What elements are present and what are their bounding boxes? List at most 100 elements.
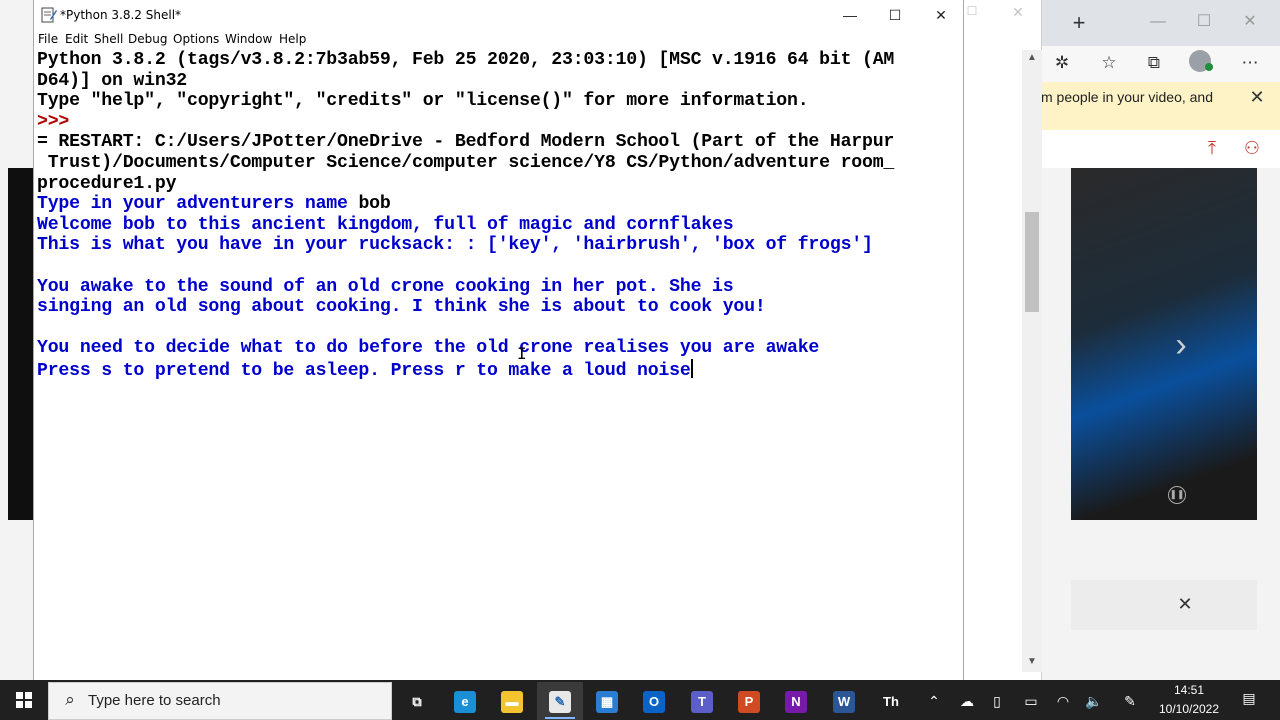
upload-icon[interactable]: ⤒ — [1200, 136, 1224, 160]
shell-line: = RESTART: C:/Users/JPotter/OneDrive - B… — [37, 132, 894, 153]
shell-line: You need to decide what to do before the… — [37, 338, 819, 359]
menu-debug[interactable]: Debug — [128, 32, 167, 46]
profile-avatar[interactable] — [1189, 50, 1213, 72]
shell-text: bob — [358, 194, 391, 215]
scroll-up-icon[interactable]: ▲ — [1026, 52, 1038, 66]
shell-line: singing an old song about cooking. I thi… — [37, 297, 766, 318]
teams-icon: T — [691, 691, 713, 714]
user-icon[interactable]: ⚇ — [1240, 136, 1264, 160]
shell-line: procedure1.py — [37, 174, 176, 195]
minimize-icon[interactable]: — — [827, 0, 873, 30]
vertical-scrollbar[interactable] — [1022, 50, 1042, 672]
shell-text: Python 3.8.2 (tags/v3.8.2:7b3ab59, Feb 2… — [37, 50, 895, 70]
shell-text-area[interactable]: Python 3.8.2 (tags/v3.8.2:7b3ab59, Feb 2… — [34, 50, 947, 680]
search-icon: ⌕ — [65, 690, 75, 709]
shell-line: Python 3.8.2 (tags/v3.8.2:7b3ab59, Feb 2… — [37, 50, 894, 71]
taskbar-app-file-explorer[interactable]: ▬ — [489, 682, 535, 720]
taskbar-app-outlook[interactable]: O — [631, 682, 677, 720]
edge-icon: e — [454, 691, 476, 714]
scroll-down-icon[interactable]: ▼ — [1026, 656, 1038, 670]
taskbar-app-word[interactable]: W — [821, 682, 867, 720]
window-title: *Python 3.8.2 Shell* — [60, 8, 182, 22]
taskbar-app-store[interactable]: ▦ — [584, 682, 630, 720]
more-options-icon[interactable]: ⋯ — [1236, 50, 1264, 76]
browser-close-icon[interactable]: ✕ — [1235, 8, 1265, 36]
clock-time[interactable]: 14:51 — [1164, 683, 1214, 697]
tray-overflow-icon[interactable]: ⌃ — [923, 690, 945, 712]
shell-output-text: Press s to pretend to be asleep. Press r… — [37, 361, 691, 381]
onenote-icon: N — [785, 691, 807, 714]
menu-file[interactable]: File — [38, 32, 58, 46]
menu-window[interactable]: Window — [225, 32, 272, 46]
shell-line: Welcome bob to this ancient kingdom, ful… — [37, 214, 734, 236]
idle-icon: ✎ — [549, 691, 571, 714]
taskbar-app-task-view[interactable]: ⧉ — [394, 682, 440, 720]
new-tab-icon[interactable]: + — [1066, 10, 1092, 36]
menu-edit[interactable]: Edit — [65, 32, 88, 46]
shell-text: = RESTART: C:/Users/JPotter/OneDrive - B… — [37, 132, 895, 153]
text-cursor-ibeam-icon: I — [517, 344, 527, 363]
scrollbar-thumb[interactable] — [1025, 212, 1039, 312]
video-preview[interactable] — [1071, 168, 1257, 520]
shell-output-text: Welcome bob to this ancient kingdom, ful… — [37, 214, 734, 235]
shell-text: D64)] on win32 — [37, 70, 187, 91]
notice-close-icon[interactable]: ✕ — [1246, 86, 1268, 108]
notice-text: m people in your video, and — [1041, 89, 1213, 105]
search-placeholder: Type here to search — [88, 692, 221, 709]
shell-prompt: >>> — [37, 111, 80, 132]
shell-text: Type "help", "copyright", "credits" or "… — [37, 91, 809, 112]
taskbar-app-powerpoint[interactable]: P — [726, 682, 772, 720]
file-explorer-icon: ▬ — [501, 691, 523, 714]
taskbar-app-edge[interactable]: e — [442, 682, 488, 720]
left-video-edge — [8, 168, 33, 520]
menu-help[interactable]: Help — [279, 32, 306, 46]
volume-icon[interactable]: 🔈 — [1083, 690, 1105, 712]
browser-minimize-icon[interactable]: — — [1143, 8, 1173, 36]
idle-app-icon — [41, 7, 57, 23]
idle-shell-window: *Python 3.8.2 Shell* — ☐ ✕ File Edit She… — [33, 0, 964, 680]
usb-icon[interactable]: ▯ — [986, 690, 1008, 712]
next-chevron-icon[interactable]: › — [1168, 325, 1194, 365]
shell-output-text: You awake to the sound of an old crone c… — [37, 276, 734, 297]
extensions-icon[interactable]: ✲ — [1048, 50, 1076, 76]
battery-icon[interactable]: ▭ — [1020, 690, 1042, 712]
shell-text: Trust)/Documents/Computer Science/comput… — [37, 153, 895, 173]
shell-output-text: This is what you have in your rucksack: … — [37, 235, 873, 256]
outlook-icon: O — [643, 691, 665, 714]
store-icon: ▦ — [596, 691, 618, 714]
pen-icon[interactable]: ✎ — [1119, 690, 1141, 712]
wifi-icon[interactable]: ◠ — [1052, 690, 1074, 712]
page-right-edge — [1257, 168, 1280, 680]
shell-line: Type in your adventurers name bob — [37, 194, 391, 215]
shell-line: D64)] on win32 — [37, 71, 187, 92]
collections-icon[interactable]: ⧉ — [1140, 50, 1168, 76]
shell-line: Type "help", "copyright", "credits" or "… — [37, 91, 809, 112]
favorites-icon[interactable]: ☆ — [1095, 50, 1123, 76]
panel-close-icon[interactable]: ✕ — [1174, 593, 1196, 615]
taskbar-app-immersive-reader[interactable]: Th — [868, 682, 914, 720]
shell-output-text: You need to decide what to do before the… — [37, 338, 820, 359]
immersive-reader-icon: Th — [880, 691, 902, 714]
side-panel-card — [1071, 580, 1257, 630]
shell-text: procedure1.py — [37, 173, 177, 194]
clock-date[interactable]: 10/10/2022 — [1154, 702, 1224, 716]
text-caret — [690, 359, 693, 378]
background-maximize-icon: ☐ — [966, 4, 978, 18]
menu-options[interactable]: Options — [173, 32, 219, 46]
windows-logo-icon — [16, 692, 32, 708]
shell-line: Trust)/Documents/Computer Science/comput… — [37, 153, 895, 174]
taskbar-app-idle[interactable]: ✎ — [537, 682, 583, 720]
word-icon: W — [833, 691, 855, 714]
taskbar-app-onenote[interactable]: N — [773, 682, 819, 720]
task-view-icon: ⧉ — [412, 694, 422, 710]
pause-icon[interactable]: ❚❚ — [1168, 486, 1186, 504]
close-icon[interactable]: ✕ — [918, 0, 964, 30]
shell-line: This is what you have in your rucksack: … — [37, 235, 873, 256]
menu-shell[interactable]: Shell — [94, 32, 123, 46]
onedrive-icon[interactable]: ☁ — [956, 690, 978, 712]
shell-output-text: singing an old song about cooking. I thi… — [37, 297, 766, 318]
maximize-icon[interactable]: ☐ — [872, 0, 918, 30]
taskbar-app-teams[interactable]: T — [679, 682, 725, 720]
notifications-icon[interactable]: ▤ — [1238, 690, 1260, 710]
browser-maximize-icon[interactable]: ☐ — [1189, 8, 1219, 36]
